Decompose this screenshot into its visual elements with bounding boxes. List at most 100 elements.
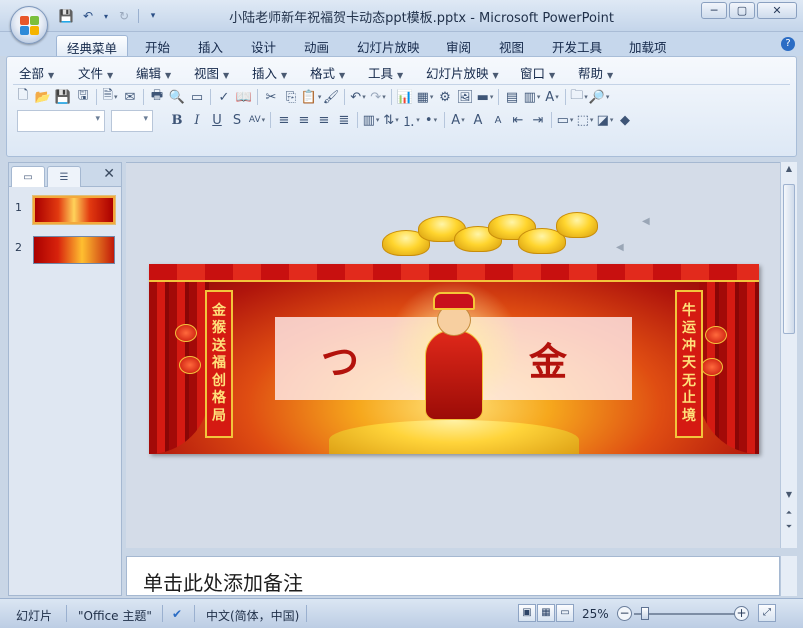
shapes-icon[interactable]: ▭ (555, 111, 575, 130)
vertical-scrollbar[interactable]: ▲ ▼ ⏶ ⏷ (780, 162, 797, 548)
outline-tab[interactable]: ☰ (47, 166, 81, 187)
bullets-icon[interactable]: • (421, 111, 441, 130)
decrease-indent-icon[interactable]: ⇤ (508, 111, 528, 130)
menu-file[interactable]: 文件 ▼ (78, 63, 113, 82)
spell-check-icon[interactable]: ✔ (172, 607, 182, 621)
status-language[interactable]: 中文(简体，中国) (206, 607, 299, 624)
menu-slideshow[interactable]: 幻灯片放映 ▼ (426, 63, 499, 82)
permission-icon[interactable]: 🗎 (100, 88, 120, 107)
shape-fill-icon[interactable]: ◆ (615, 111, 635, 130)
minimize-button[interactable]: ─ (701, 2, 727, 19)
scroll-down-icon[interactable]: ▼ (781, 490, 797, 499)
zoom-slider-thumb[interactable] (641, 607, 649, 620)
layout-icon[interactable]: ▭ (187, 88, 207, 107)
maximize-button[interactable]: ▢ (729, 2, 755, 19)
menu-all[interactable]: 全部 ▼ (19, 63, 54, 82)
sound-icon[interactable]: ◀ (616, 242, 624, 253)
help-icon[interactable]: ? (781, 37, 795, 51)
zoom-out-icon[interactable]: − (617, 606, 632, 621)
tab-slideshow[interactable]: 幻灯片放映 (357, 35, 420, 56)
tab-addins[interactable]: 加载项 (629, 35, 667, 56)
slide-sorter-icon[interactable]: ▦ (537, 604, 555, 622)
tab-animations[interactable]: 动画 (304, 35, 329, 56)
clip-art-icon[interactable]: ⚙ (435, 88, 455, 107)
bold-icon[interactable]: B (167, 111, 187, 130)
columns-icon[interactable]: ▥ (361, 111, 381, 130)
picture-icon[interactable]: 🖼 (455, 88, 475, 107)
zoom-level[interactable]: 25% (582, 607, 609, 621)
slide-canvas[interactable]: 金 猴 送 福 创 格 局 牛 运 冲 天 无 止 境 つ 金 (149, 264, 759, 454)
tab-view[interactable]: 视图 (499, 35, 524, 56)
spelling-icon[interactable]: ✓ (214, 88, 234, 107)
zoom-in-icon[interactable]: + (734, 606, 749, 621)
menu-edit[interactable]: 编辑 ▼ (136, 63, 171, 82)
format-painter-icon[interactable]: 🖌 (321, 88, 341, 107)
numbering-icon[interactable]: ⒈ (401, 111, 421, 130)
slides-tab[interactable]: ▭ (11, 166, 45, 187)
print-preview-icon[interactable]: 🔍 (167, 88, 187, 107)
menu-help[interactable]: 帮助 ▼ (578, 63, 613, 82)
next-slide-icon[interactable]: ⏷ (781, 522, 797, 532)
align-right-icon[interactable]: ≡ (314, 111, 334, 130)
tab-home[interactable]: 开始 (145, 35, 170, 56)
scroll-up-icon[interactable]: ▲ (781, 164, 797, 173)
layout-gallery-icon[interactable]: ▥ (522, 88, 542, 107)
font-color-icon[interactable]: A (448, 111, 468, 130)
color-grayscale-icon[interactable]: ▬ (475, 88, 495, 107)
menu-tools[interactable]: 工具 ▼ (368, 63, 403, 82)
menu-view[interactable]: 视图 ▼ (194, 63, 229, 82)
slide-thumbnail-1[interactable] (33, 196, 115, 224)
fit-to-window-icon[interactable]: ⤢ (758, 604, 776, 622)
normal-view-icon[interactable]: ▣ (518, 604, 536, 622)
notes-scrollbar[interactable] (780, 556, 797, 596)
previous-slide-icon[interactable]: ⏶ (781, 508, 797, 518)
menu-format[interactable]: 格式 ▼ (310, 63, 345, 82)
right-couplet[interactable]: 牛 运 冲 天 无 止 境 (675, 290, 703, 438)
shadow-icon[interactable]: S (227, 111, 247, 130)
close-pane-icon[interactable]: ✕ (103, 166, 115, 182)
email-icon[interactable]: ✉ (120, 88, 140, 107)
quick-styles-icon[interactable]: ◪ (595, 111, 615, 130)
slide-thumbnail-2[interactable] (33, 236, 115, 264)
font-name-combo[interactable] (17, 110, 105, 132)
folder-icon[interactable]: 🗀 (569, 88, 589, 107)
status-theme[interactable]: "Office 主题" (78, 607, 152, 624)
god-of-wealth-graphic[interactable] (387, 280, 521, 440)
research-icon[interactable]: 📖 (234, 88, 254, 107)
chart-icon[interactable]: 📊 (395, 88, 415, 107)
align-center-icon[interactable]: ≡ (294, 111, 314, 130)
grow-font-icon[interactable]: A (468, 111, 488, 130)
table-icon[interactable]: ▦ (415, 88, 435, 107)
arrange-icon[interactable]: ⬚ (575, 111, 595, 130)
tab-review[interactable]: 审阅 (446, 35, 471, 56)
gold-ingots-graphic[interactable] (380, 210, 602, 264)
open-icon[interactable]: 📂 (33, 88, 53, 107)
textbox-icon[interactable]: A (542, 88, 562, 107)
redo-icon[interactable]: ↷ (368, 88, 388, 107)
save-icon[interactable]: 💾 (53, 88, 73, 107)
undo-icon[interactable]: ↶ (348, 88, 368, 107)
office-button[interactable] (10, 6, 48, 44)
zoom-slider-track[interactable] (634, 613, 738, 615)
justify-icon[interactable]: ≣ (334, 111, 354, 130)
tab-insert[interactable]: 插入 (198, 35, 223, 56)
paste-icon[interactable]: 📋 (301, 88, 321, 107)
char-spacing-icon[interactable]: AV (247, 111, 267, 130)
close-button[interactable]: ✕ (757, 2, 797, 19)
notes-pane[interactable]: 单击此处添加备注 (126, 556, 780, 596)
increase-indent-icon[interactable]: ⇥ (528, 111, 548, 130)
underline-icon[interactable]: U (207, 111, 227, 130)
italic-icon[interactable]: I (187, 111, 207, 130)
tab-classic-menu[interactable]: 经典菜单 (56, 35, 129, 56)
slideshow-view-icon[interactable]: ▭ (556, 604, 574, 622)
cut-icon[interactable]: ✂ (261, 88, 281, 107)
shrink-font-icon[interactable]: A (488, 111, 508, 130)
search-icon[interactable]: 🔎 (589, 88, 609, 107)
align-left-icon[interactable]: ≡ (274, 111, 294, 130)
new-slide-icon[interactable]: ▤ (502, 88, 522, 107)
sound-icon[interactable]: ◀ (642, 216, 650, 227)
tab-developer[interactable]: 开发工具 (552, 35, 602, 56)
copy-icon[interactable]: ⎘ (281, 88, 301, 107)
save-as-pdf-icon[interactable]: 🖫 (73, 88, 93, 107)
font-size-combo[interactable] (111, 110, 153, 132)
